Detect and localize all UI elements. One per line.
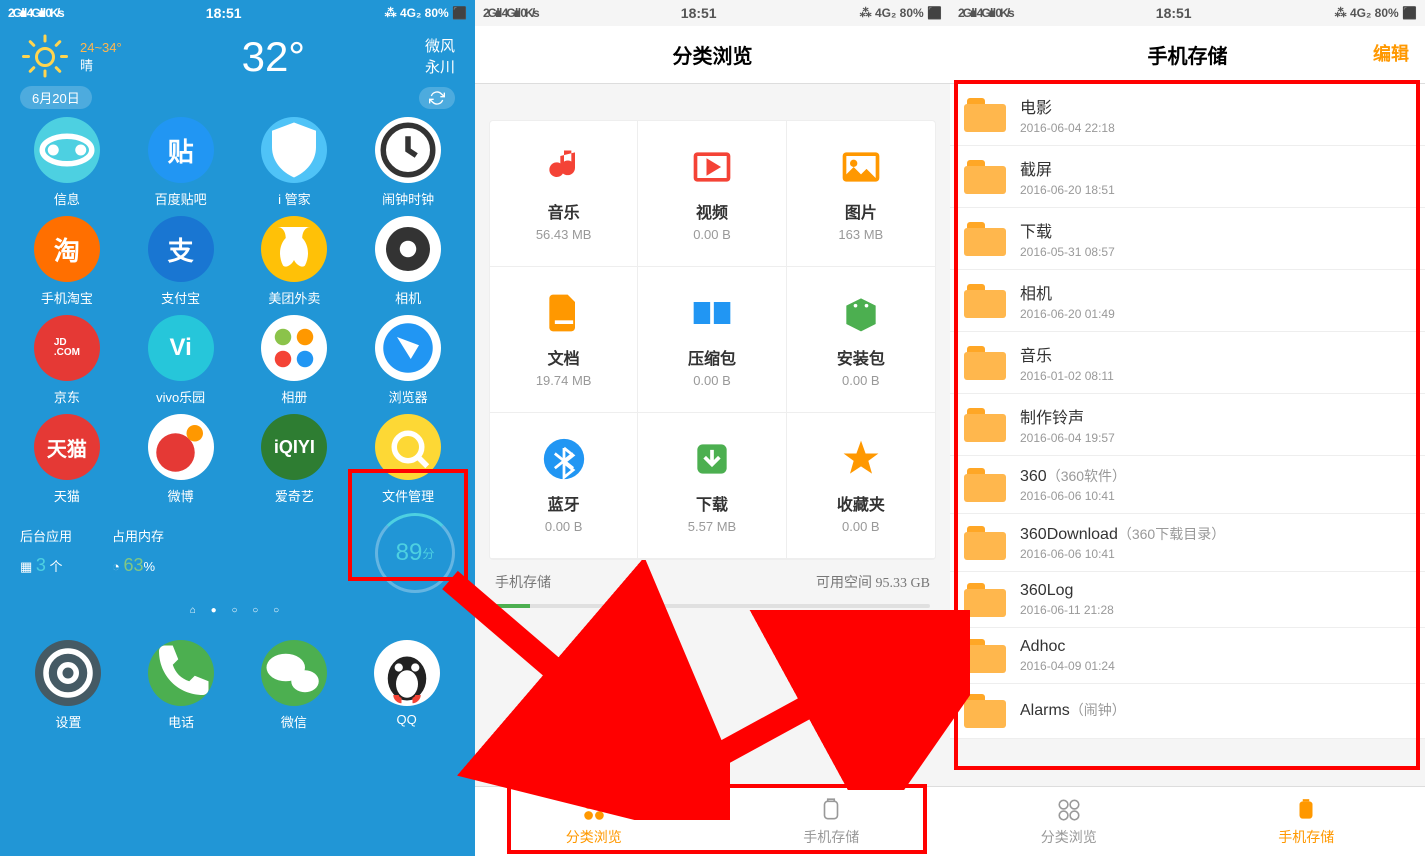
app-vivo[interactable]: Vivivo乐园 xyxy=(126,315,236,406)
sun-icon xyxy=(20,32,70,82)
category-dl[interactable]: 下载5.57 MB xyxy=(638,413,786,559)
page-title: 分类浏览 xyxy=(475,26,950,84)
app-msg[interactable]: 信息 xyxy=(12,117,122,208)
app-gallery[interactable]: 相册 xyxy=(240,315,350,406)
bottom-tabs: 分类浏览 手机存储 xyxy=(950,786,1425,856)
app-weibo[interactable]: 微博 xyxy=(126,414,236,505)
status-time: 18:51 xyxy=(1156,5,1192,21)
date-tag[interactable]: 6月20日 xyxy=(20,86,92,109)
weather-range: 24~34° 晴 xyxy=(80,39,122,75)
date-row: 6月20日 xyxy=(0,86,475,109)
page-title: 手机存储 编辑 xyxy=(950,26,1425,84)
page-dots: ⌂ ● ○ ○ ○ xyxy=(0,601,475,620)
dock-phone[interactable]: 电话 xyxy=(148,640,214,731)
category-doc[interactable]: 文档19.74 MB xyxy=(490,267,638,413)
dock: 设置电话微信 QQ xyxy=(0,632,475,739)
app-browser[interactable]: 浏览器 xyxy=(353,315,463,406)
app-tieba[interactable]: 贴百度贴吧 xyxy=(126,117,236,208)
status-bar: 2Gılıl 4Gılıl 0K/s 18:51 ⁂ 4G₂ 80% ⬛ xyxy=(0,0,475,26)
dock-qq[interactable]: QQ xyxy=(374,640,440,731)
app-tmall[interactable]: 天猫天猫 xyxy=(12,414,122,505)
tab-category[interactable]: 分类浏览 xyxy=(950,787,1188,856)
category-apk[interactable]: 安装包0.00 B xyxy=(787,267,935,413)
status-bar: 2Gılıl 4Gılıl 0K/s 18:51 ⁂ 4G₂ 80% ⬛ xyxy=(475,0,950,26)
status-time: 18:51 xyxy=(206,5,242,21)
app-meituan[interactable]: 美团外卖 xyxy=(240,216,350,307)
weather-location: 微风 永川 xyxy=(425,36,455,78)
app-iqiyi[interactable]: iQIYI爱奇艺 xyxy=(240,414,350,505)
category-zip[interactable]: 压缩包0.00 B xyxy=(638,267,786,413)
battery-text: ⁂ 4G₂ 80% ⬛ xyxy=(385,6,467,20)
battery-text: ⁂ 4G₂ 80% ⬛ xyxy=(860,6,942,20)
storage-folder-screen: 2Gılıl 4Gılıl 0K/s 18:51 ⁂ 4G₂ 80% ⬛ 手机存… xyxy=(950,0,1425,856)
app-alipay[interactable]: 支支付宝 xyxy=(126,216,236,307)
category-star[interactable]: 收藏夹0.00 B xyxy=(787,413,935,559)
app-shield[interactable]: i 管家 xyxy=(240,117,350,208)
status-time: 18:51 xyxy=(681,5,717,21)
dock-settings[interactable]: 设置 xyxy=(35,640,101,731)
category-image[interactable]: 图片163 MB xyxy=(787,121,935,267)
app-grid: 信息贴百度贴吧i 管家闹钟时钟淘手机淘宝支支付宝美团外卖相机 JD.COM京东Vi… xyxy=(0,117,475,505)
highlight-filemgr xyxy=(348,469,468,581)
app-taobao[interactable]: 淘手机淘宝 xyxy=(12,216,122,307)
category-video[interactable]: 视频0.00 B xyxy=(638,121,786,267)
weather-widget[interactable]: 24~34° 晴 32° 微风 永川 xyxy=(0,26,475,86)
tab-storage[interactable]: 手机存储 xyxy=(1188,787,1425,856)
category-browse-screen: 2Gılıl 4Gılıl 0K/s 18:51 ⁂ 4G₂ 80% ⬛ 分类浏… xyxy=(475,0,950,856)
signal-text: 2Gılıl 4Gılıl 0K/s xyxy=(483,6,538,20)
memory-stat: 占用内存 ◔ 63% xyxy=(112,525,164,581)
dock-wechat[interactable]: 微信 xyxy=(261,640,327,731)
signal-text: 2Gılıl 4Gılıl 0K/s xyxy=(8,6,63,20)
category-bt[interactable]: 蓝牙0.00 B xyxy=(490,413,638,559)
signal-text: 2Gılıl 4Gılıl 0K/s xyxy=(958,6,1013,20)
refresh-icon[interactable] xyxy=(419,87,455,109)
storage-info: 手机存储 可用空间 95.33 GB xyxy=(475,560,950,604)
app-clock[interactable]: 闹钟时钟 xyxy=(353,117,463,208)
category-grid: 音乐56.43 MB视频0.00 B图片163 MB 文档19.74 MB压缩包0… xyxy=(489,120,936,560)
highlight-folders xyxy=(954,80,1420,770)
highlight-tabs xyxy=(507,784,927,854)
edit-button[interactable]: 编辑 xyxy=(1373,40,1409,66)
battery-text: ⁂ 4G₂ 80% ⬛ xyxy=(1335,6,1417,20)
app-camera[interactable]: 相机 xyxy=(353,216,463,307)
home-screen: 2Gılıl 4Gılıl 0K/s 18:51 ⁂ 4G₂ 80% ⬛ 24~… xyxy=(0,0,475,856)
storage-progress xyxy=(495,604,930,608)
category-music[interactable]: 音乐56.43 MB xyxy=(490,121,638,267)
bg-apps-stat: 后台应用 ▦ 3 个 xyxy=(20,525,72,581)
temperature: 32° xyxy=(242,33,306,81)
status-bar: 2Gılıl 4Gılıl 0K/s 18:51 ⁂ 4G₂ 80% ⬛ xyxy=(950,0,1425,26)
app-jd[interactable]: JD.COM京东 xyxy=(12,315,122,406)
